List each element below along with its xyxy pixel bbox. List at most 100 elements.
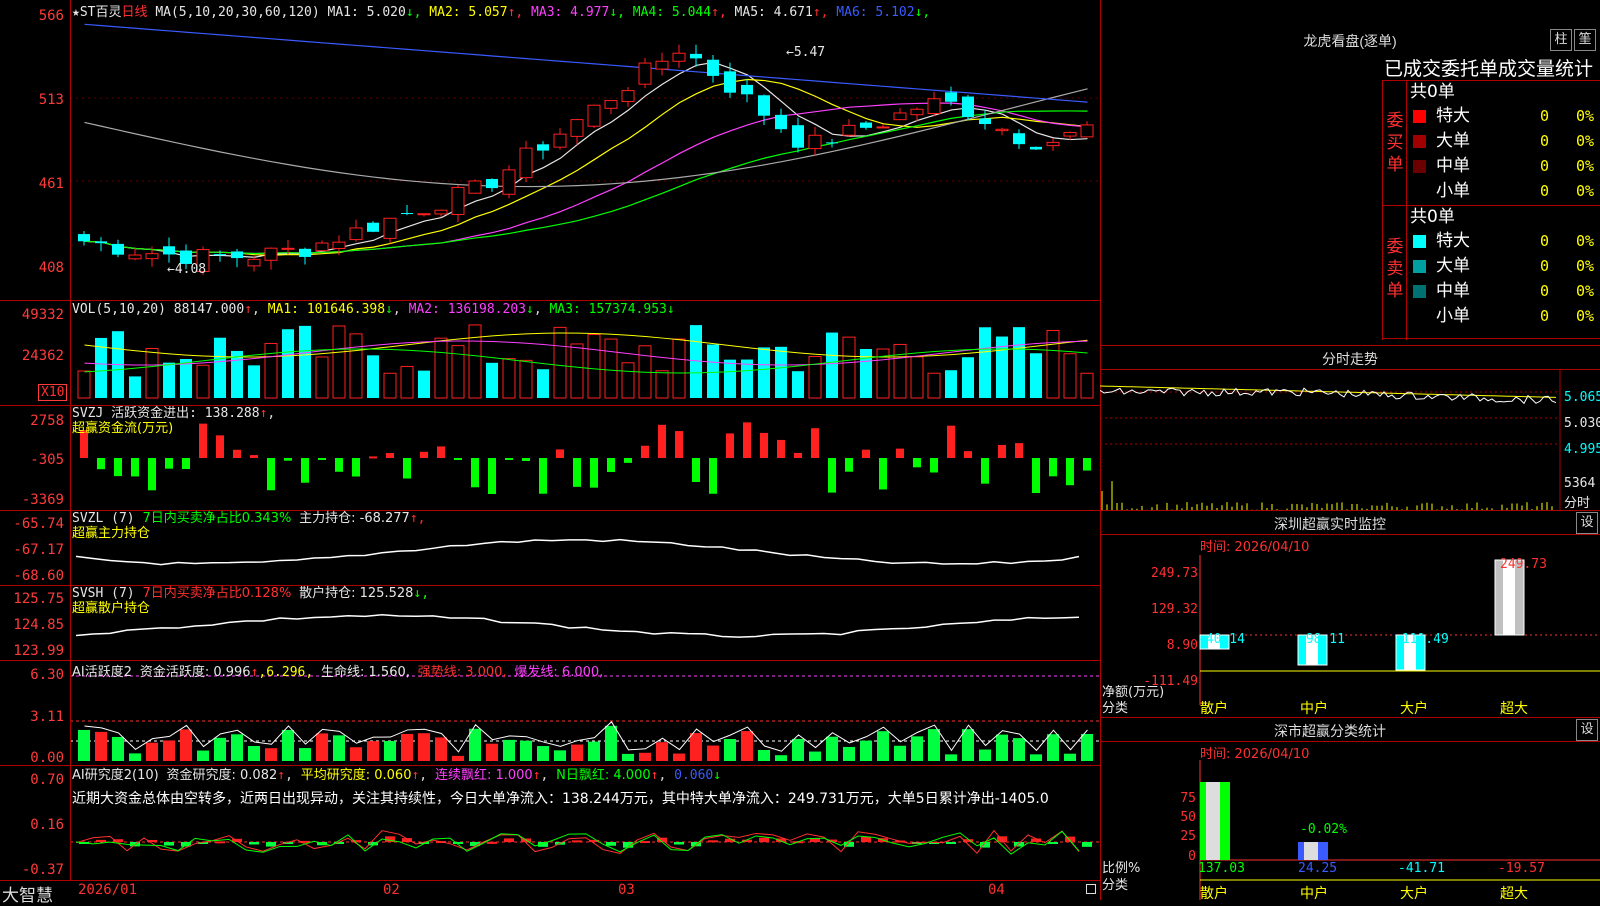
order-count: 0 <box>1540 232 1550 250</box>
vol-value: 88147.000 <box>173 302 245 317</box>
sell-total: 共0单 <box>1410 207 1455 227</box>
flow-bar <box>998 444 1006 458</box>
candle-up <box>893 112 907 121</box>
volume-bar <box>418 370 430 398</box>
lock-icon[interactable] <box>1086 884 1096 894</box>
candle-up <box>519 147 533 179</box>
activity-bar <box>792 738 804 761</box>
flow-bar <box>862 449 870 458</box>
vol-unit-badge[interactable]: X10 <box>38 384 68 401</box>
period-label[interactable]: 日线 <box>121 5 147 20</box>
order-count: 0 <box>1540 157 1550 175</box>
ai-strong-line: 强势线: 3.000, <box>417 665 507 680</box>
order-percent: 0% <box>1576 282 1595 300</box>
ai-research-value: 资金研究度: 0.082 <box>166 768 278 783</box>
activity-bar <box>571 744 583 761</box>
activity-bar <box>707 745 719 761</box>
volume-bar <box>519 359 533 399</box>
volume-bar <box>77 370 91 399</box>
volume-bar <box>792 371 804 398</box>
intraday-price-tick: 4.995 <box>1564 442 1600 457</box>
volume-bar <box>1080 372 1094 399</box>
activity-bar <box>673 753 685 761</box>
category-label: 散户 <box>1200 701 1228 717</box>
stock-name[interactable]: ST百灵 <box>80 5 122 20</box>
sz-class-tick: 50 <box>1180 810 1196 825</box>
flow-bar <box>624 458 632 463</box>
flow-bar <box>318 458 326 460</box>
ai-research-tick: -0.37 <box>21 862 64 878</box>
candle-down <box>792 125 804 148</box>
ai-nday-red: N日飘红: 4.000 <box>556 768 651 783</box>
ai-research-name: AI研究度2(10) <box>72 768 159 783</box>
divider <box>1100 510 1600 511</box>
low-price-note: ←4.08 <box>167 262 207 277</box>
pen-mode-button[interactable]: 筀 <box>1574 29 1596 51</box>
category-label: 中户 <box>1300 886 1328 902</box>
order-type-label: 大单 <box>1436 131 1470 151</box>
ma-value-5: MA5: 4.671 <box>726 5 813 20</box>
sz-monitor-tick: 249.73 <box>1151 566 1198 581</box>
ma-value-2: MA2: 5.057 <box>421 5 508 20</box>
intraday-vol-label: 分时 <box>1564 496 1591 511</box>
svzl-line <box>75 538 1080 566</box>
activity-bar <box>945 754 957 761</box>
intraday-title: 分时走势 <box>1322 351 1378 367</box>
category-label: 大户 <box>1400 886 1428 902</box>
order-percent: 0% <box>1576 257 1595 275</box>
flow-bar <box>437 446 445 458</box>
order-percent: 0% <box>1576 307 1595 325</box>
dragon-tiger-title: 龙虎看盘(逐单) <box>1303 33 1397 49</box>
svsh-line <box>75 614 1080 638</box>
flow-bar <box>1083 458 1091 471</box>
sz-monitor-settings-button[interactable]: 设 <box>1576 512 1598 534</box>
activity-bar <box>95 731 107 761</box>
research-bar <box>1048 842 1058 844</box>
ma-label: MA(5,10,20,30,60,120) <box>155 5 320 20</box>
divider <box>1382 80 1383 340</box>
volume-bar <box>910 356 924 399</box>
intraday-chart[interactable] <box>1100 370 1600 510</box>
sz-class-settings-button[interactable]: 设 <box>1576 719 1598 741</box>
activity-bar <box>979 749 991 761</box>
sz-class-category-label: 分类 <box>1102 878 1129 893</box>
volume-bar <box>962 357 974 398</box>
activity-bar <box>537 746 549 761</box>
flow-bar <box>964 451 972 458</box>
activity-bar <box>197 750 209 761</box>
bar-mode-button[interactable]: 柱 <box>1550 29 1572 51</box>
flow-bar <box>947 425 955 458</box>
volume-bar <box>570 343 584 399</box>
sz-monitor-category-label: 分类 <box>1102 701 1129 716</box>
arrow-icon: ↑ <box>277 768 286 783</box>
flow-bar <box>896 448 904 458</box>
volume-bar <box>1030 353 1042 398</box>
activity-bar <box>860 740 872 761</box>
research-bar <box>164 842 174 846</box>
volume-bar <box>315 356 329 399</box>
volume-bar <box>672 338 686 399</box>
sell-order-label: 委卖单 <box>1386 237 1404 301</box>
arrow-icon: ↑, <box>711 5 727 20</box>
volume-bar <box>349 333 363 399</box>
candle-down <box>78 234 90 242</box>
flow-bar <box>250 455 258 458</box>
flow-bar <box>488 458 496 494</box>
flow-bar <box>97 458 105 470</box>
price-tick: 408 <box>38 260 64 276</box>
volume-bar <box>893 343 907 399</box>
svsh-ratio: 7日内买卖净占比0.128% <box>142 586 292 601</box>
activity-bar <box>231 734 243 761</box>
svzl-header: SVZL (7) 7日内买卖净占比0.343% 主力持仓: -68.277↑, … <box>72 511 425 541</box>
activity-bar <box>180 729 192 761</box>
panel-divider <box>0 300 1100 301</box>
activity-bar <box>469 728 481 761</box>
arrow-icon: ↑ <box>259 406 268 421</box>
research-bar <box>708 840 718 843</box>
candle-up <box>281 247 295 250</box>
flow-bar <box>1049 458 1057 477</box>
high-price-note: ←5.47 <box>786 45 826 60</box>
flow-bar <box>760 432 768 458</box>
arrow-icon: ↑ <box>650 768 659 783</box>
arrow-icon: ↓, <box>914 5 931 20</box>
